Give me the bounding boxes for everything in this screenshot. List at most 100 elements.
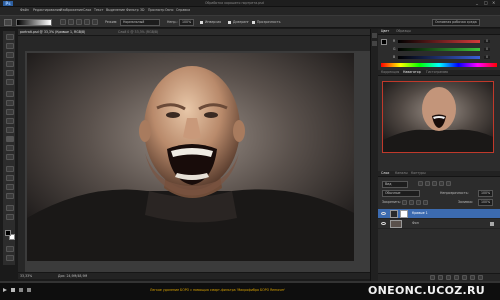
layer-visibility-eye-icon[interactable] bbox=[381, 222, 386, 225]
crop-tool-icon[interactable] bbox=[6, 70, 14, 76]
menu-help[interactable]: Справка bbox=[176, 8, 190, 12]
maximize-button[interactable]: □ bbox=[484, 1, 488, 5]
menu-image[interactable]: Изображение bbox=[60, 8, 83, 12]
screen-mode-icon[interactable] bbox=[6, 255, 14, 261]
blur-tool-icon[interactable] bbox=[6, 145, 14, 151]
delete-layer-icon[interactable] bbox=[478, 275, 483, 280]
channel-r-value[interactable]: 0 bbox=[484, 39, 491, 44]
lock-transparent-icon[interactable] bbox=[402, 200, 407, 205]
new-adjustment-icon[interactable] bbox=[454, 275, 459, 280]
tab-layers[interactable]: Слои bbox=[381, 171, 389, 175]
tab-paths[interactable]: Контуры bbox=[411, 171, 426, 175]
menu-view[interactable]: Просмотр bbox=[148, 8, 164, 12]
zoom-level[interactable]: 33,33% bbox=[20, 274, 32, 278]
menu-select[interactable]: Выделение bbox=[106, 8, 125, 12]
layer-mask-thumbnail[interactable] bbox=[400, 210, 408, 218]
progress-track[interactable] bbox=[0, 281, 500, 283]
dither-checkbox[interactable] bbox=[228, 21, 231, 24]
portrait-photo[interactable] bbox=[27, 53, 354, 261]
channel-r-slider[interactable] bbox=[398, 40, 480, 43]
channel-b-slider[interactable] bbox=[398, 56, 480, 59]
quick-select-tool-icon[interactable] bbox=[6, 61, 14, 67]
gradient-tool-icon[interactable] bbox=[4, 19, 12, 26]
reverse-checkbox[interactable] bbox=[200, 21, 203, 24]
filter-type-icon[interactable] bbox=[432, 181, 437, 186]
pen-tool-icon[interactable] bbox=[6, 166, 14, 172]
layer-visibility-eye-icon[interactable] bbox=[381, 212, 386, 215]
brush-tool-icon[interactable] bbox=[6, 100, 14, 106]
angle-gradient-button[interactable] bbox=[76, 19, 82, 25]
stop-button-icon[interactable] bbox=[11, 288, 15, 292]
lock-all-icon[interactable] bbox=[423, 200, 428, 205]
filter-pixel-icon[interactable] bbox=[418, 181, 423, 186]
color-spectrum-bar[interactable] bbox=[381, 63, 497, 67]
channel-b-value[interactable]: 0 bbox=[484, 55, 491, 60]
shape-tool-icon[interactable] bbox=[6, 193, 14, 199]
eraser-tool-icon[interactable] bbox=[6, 127, 14, 133]
zoom-tool-icon[interactable] bbox=[6, 214, 14, 220]
filter-smart-object-icon[interactable] bbox=[446, 181, 451, 186]
reflected-gradient-button[interactable] bbox=[84, 19, 90, 25]
quick-mask-icon[interactable] bbox=[6, 246, 14, 252]
channel-g-slider[interactable] bbox=[398, 48, 480, 51]
history-brush-tool-icon[interactable] bbox=[6, 118, 14, 124]
lock-position-icon[interactable] bbox=[416, 200, 421, 205]
layer-name[interactable]: Кривые 1 bbox=[412, 211, 428, 215]
filter-shape-icon[interactable] bbox=[439, 181, 444, 186]
layer-row-background[interactable]: Фон bbox=[378, 219, 500, 229]
foreground-color-swatch[interactable] bbox=[5, 230, 11, 236]
tab-channels[interactable]: Каналы bbox=[395, 171, 408, 175]
diamond-gradient-button[interactable] bbox=[92, 19, 98, 25]
gradient-preview[interactable] bbox=[16, 19, 52, 26]
document-tab-active[interactable]: portrait.psd @ 33,3% (Кривые 1, RGB/8) bbox=[20, 30, 85, 34]
menu-layers[interactable]: Слои bbox=[83, 8, 91, 12]
eyedropper-tool-icon[interactable] bbox=[6, 79, 14, 85]
layer-name[interactable]: Фон bbox=[412, 221, 419, 225]
document-tab[interactable]: Слой 0 @ 33,3% (RGB/8) bbox=[118, 30, 158, 34]
path-select-tool-icon[interactable] bbox=[6, 184, 14, 190]
menu-file[interactable]: Файл bbox=[20, 8, 29, 12]
layer-style-icon[interactable] bbox=[438, 275, 443, 280]
new-layer-icon[interactable] bbox=[470, 275, 475, 280]
gradient-tool-icon-active[interactable] bbox=[6, 136, 14, 142]
tab-histogram[interactable]: Гистограмма bbox=[426, 70, 448, 74]
marquee-tool-icon[interactable] bbox=[6, 43, 14, 49]
tab-swatches[interactable]: Образцы bbox=[396, 29, 411, 33]
play-button-icon[interactable] bbox=[3, 288, 7, 292]
minimize-button[interactable]: _ bbox=[476, 1, 478, 5]
transparency-checkbox[interactable] bbox=[252, 21, 255, 24]
tab-navigator[interactable]: Навигатор bbox=[403, 70, 421, 74]
tab-adjustments[interactable]: Коррекция bbox=[381, 70, 399, 74]
layer-opacity-input[interactable]: 100% bbox=[478, 190, 494, 198]
lock-image-icon[interactable] bbox=[409, 200, 414, 205]
menu-edit[interactable]: Редактирование bbox=[33, 8, 61, 12]
link-layers-icon[interactable] bbox=[430, 275, 435, 280]
channel-g-value[interactable]: 0 bbox=[484, 47, 491, 52]
properties-panel-icon[interactable] bbox=[372, 41, 377, 46]
menu-3d[interactable]: 3D bbox=[140, 8, 144, 12]
mode-select[interactable]: Нормальный bbox=[120, 19, 160, 27]
type-tool-icon[interactable] bbox=[6, 175, 14, 181]
color-panel-fg-swatch[interactable] bbox=[381, 39, 387, 45]
radial-gradient-button[interactable] bbox=[68, 19, 74, 25]
opacity-input[interactable]: 100% bbox=[179, 19, 195, 27]
new-group-icon[interactable] bbox=[462, 275, 467, 280]
layer-blend-mode[interactable]: Обычные bbox=[382, 190, 420, 198]
layer-kind-filter[interactable]: Вид bbox=[382, 181, 408, 189]
add-mask-icon[interactable] bbox=[446, 275, 451, 280]
close-button[interactable]: × bbox=[492, 1, 495, 5]
prev-button-icon[interactable] bbox=[19, 288, 23, 292]
filter-adjustment-icon[interactable] bbox=[425, 181, 430, 186]
healing-brush-tool-icon[interactable] bbox=[6, 91, 14, 97]
fill-input[interactable]: 100% bbox=[478, 199, 494, 207]
layer-row-curves[interactable]: Кривые 1 bbox=[378, 209, 500, 219]
menu-type[interactable]: Текст bbox=[94, 8, 103, 12]
dodge-tool-icon[interactable] bbox=[6, 154, 14, 160]
navigator-preview[interactable] bbox=[382, 81, 494, 153]
lasso-tool-icon[interactable] bbox=[6, 52, 14, 58]
tab-color[interactable]: Цвет bbox=[381, 29, 389, 33]
linear-gradient-button[interactable] bbox=[60, 19, 66, 25]
clone-stamp-tool-icon[interactable] bbox=[6, 109, 14, 115]
menu-filter[interactable]: Фильтр bbox=[126, 8, 139, 12]
next-button-icon[interactable] bbox=[27, 288, 31, 292]
